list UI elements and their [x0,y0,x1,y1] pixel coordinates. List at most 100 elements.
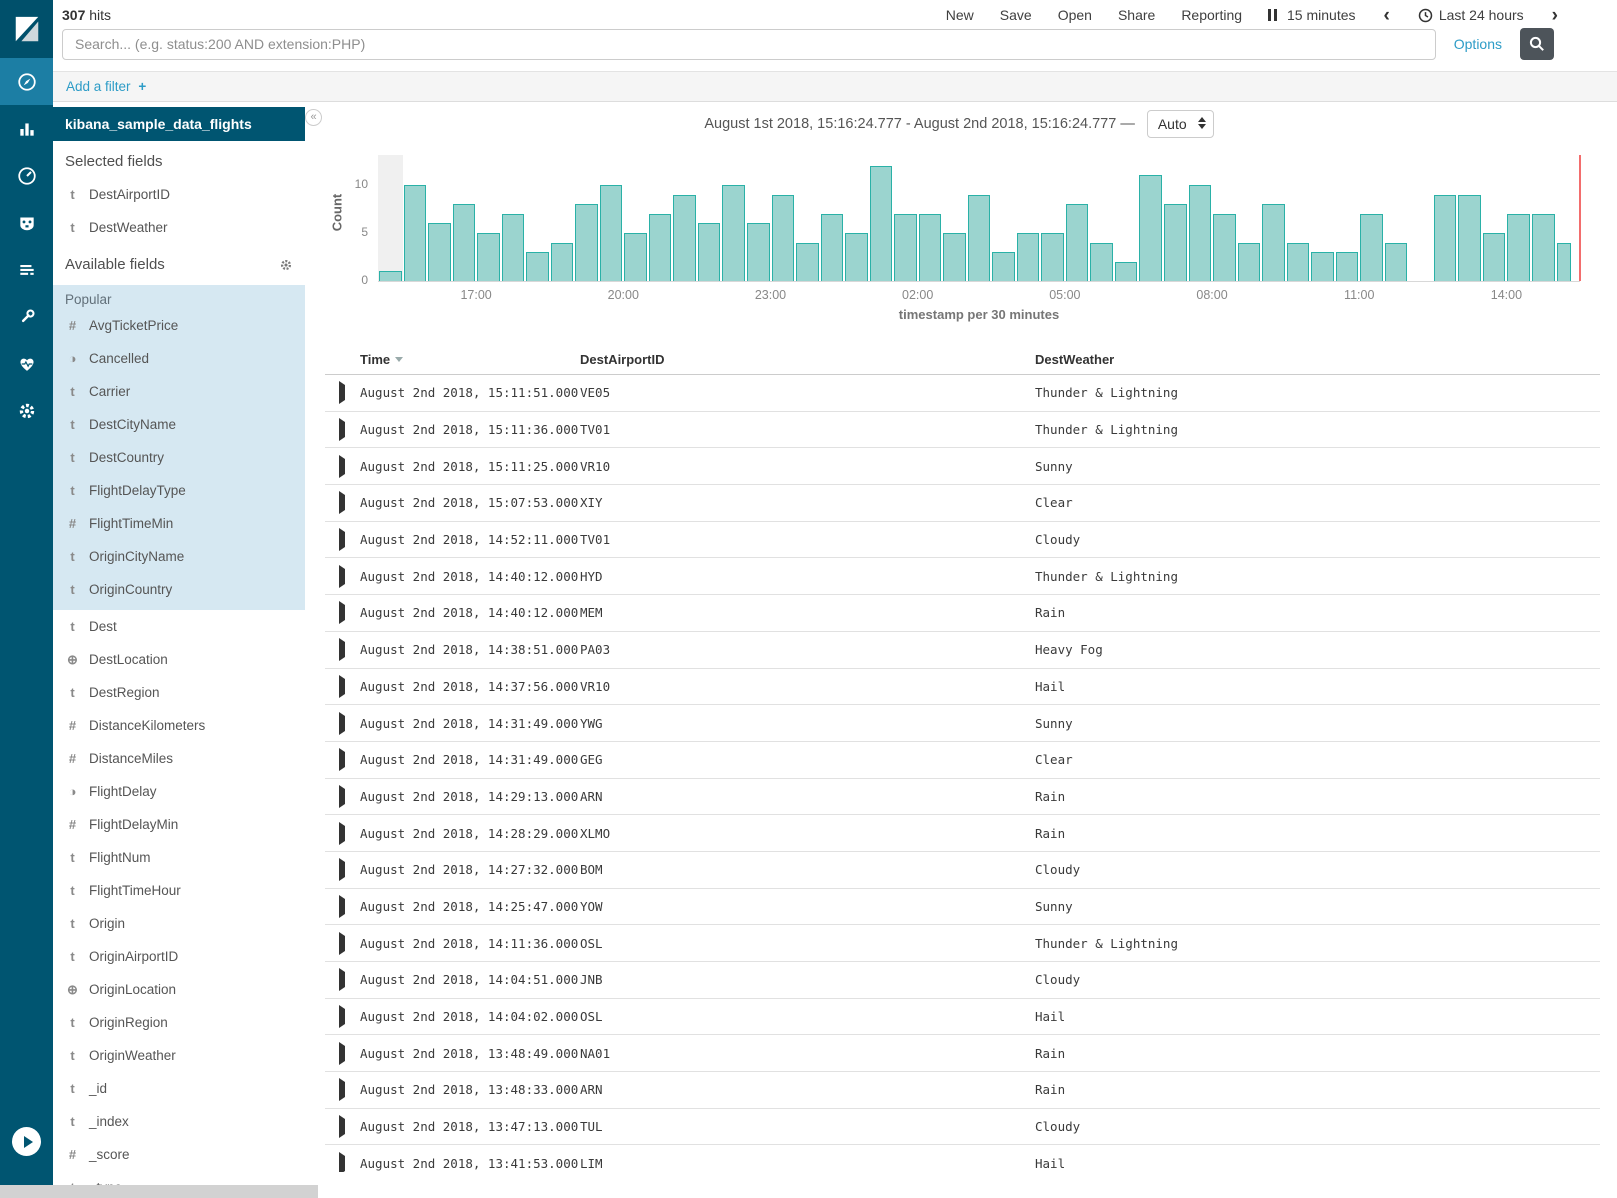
field-item-_index[interactable]: t_index [53,1105,305,1138]
histogram-bar[interactable] [1238,243,1261,281]
options-link[interactable]: Options [1454,36,1502,52]
histogram-bar[interactable] [1507,214,1530,281]
search-button[interactable] [1520,28,1554,60]
expand-row-icon[interactable] [339,785,345,808]
sidebar-item-dashboard[interactable] [0,152,53,199]
time-forward-button[interactable]: › [1550,6,1560,25]
histogram-bar[interactable] [649,214,672,281]
field-item-Carrier[interactable]: tCarrier [53,375,305,408]
histogram-bar[interactable] [821,214,844,281]
sidebar-item-visualize[interactable] [0,105,53,152]
histogram-bar[interactable] [1189,185,1212,281]
add-filter-button[interactable]: Add a filter + [66,79,146,94]
field-item-DistanceKilometers[interactable]: #DistanceKilometers [53,709,305,742]
sidebar-item-logging[interactable] [0,246,53,293]
histogram-bar[interactable] [502,214,525,281]
time-column-header[interactable]: Time [360,352,580,367]
expand-row-icon[interactable] [339,1152,345,1172]
histogram-bar[interactable] [894,214,917,281]
histogram-bar[interactable] [1287,243,1310,281]
interval-select[interactable]: Auto [1147,110,1214,138]
field-item-FlightNum[interactable]: tFlightNum [53,841,305,874]
histogram-bar[interactable] [477,233,500,281]
field-item-FlightDelayType[interactable]: tFlightDelayType [53,474,305,507]
field-item-DestRegion[interactable]: tDestRegion [53,676,305,709]
reporting-button[interactable]: Reporting [1181,7,1242,23]
histogram-bar[interactable] [1164,204,1187,281]
histogram-bar[interactable] [600,185,623,281]
field-item-Origin[interactable]: tOrigin [53,907,305,940]
sidebar-item-discover[interactable] [0,58,53,105]
field-item-DestWeather[interactable]: tDestWeather [53,211,305,244]
field-item-OriginRegion[interactable]: tOriginRegion [53,1006,305,1039]
share-button[interactable]: Share [1118,7,1155,23]
histogram-bar[interactable] [1139,175,1162,281]
index-pattern-selector[interactable]: kibana_sample_data_flights [53,107,305,141]
dest-airport-column-header[interactable]: DestAirportID [580,352,1035,367]
expand-row-icon[interactable] [339,895,345,918]
expand-row-icon[interactable] [339,712,345,735]
field-item-_id[interactable]: t_id [53,1072,305,1105]
histogram-bar[interactable] [1262,204,1285,281]
expand-row-icon[interactable] [339,858,345,881]
histogram-bar[interactable] [404,185,427,281]
expand-row-icon[interactable] [339,1005,345,1028]
histogram-bar[interactable] [1115,262,1138,281]
field-item-AvgTicketPrice[interactable]: #AvgTicketPrice [53,309,305,342]
expand-row-icon[interactable] [339,675,345,698]
field-item-DestCityName[interactable]: tDestCityName [53,408,305,441]
expand-row-icon[interactable] [339,1115,345,1138]
histogram-bar[interactable] [428,223,451,281]
dest-weather-column-header[interactable]: DestWeather [1035,352,1600,367]
histogram-bar[interactable] [453,204,476,281]
field-item-OriginCityName[interactable]: tOriginCityName [53,540,305,573]
histogram-bar[interactable] [1360,214,1383,281]
histogram-bar[interactable] [796,243,819,281]
field-item-OriginLocation[interactable]: ⊕OriginLocation [53,973,305,1006]
expand-row-icon[interactable] [339,455,345,478]
time-back-button[interactable]: ‹ [1382,6,1392,25]
field-item-OriginWeather[interactable]: tOriginWeather [53,1039,305,1072]
sidebar-item-monitoring[interactable] [0,340,53,387]
sidebar-item-dev-tools[interactable] [0,293,53,340]
expand-row-icon[interactable] [339,1078,345,1101]
sidebar-item-timelion[interactable] [0,199,53,246]
field-item-_score[interactable]: #_score [53,1138,305,1171]
histogram-bar[interactable] [698,223,721,281]
histogram-bar[interactable] [1385,243,1408,281]
sidebar-item-management[interactable] [0,387,53,434]
expand-row-icon[interactable] [339,932,345,955]
histogram-bar[interactable] [722,185,745,281]
field-item-OriginCountry[interactable]: tOriginCountry [53,573,305,606]
expand-row-icon[interactable] [339,601,345,624]
field-item-FlightTimeHour[interactable]: tFlightTimeHour [53,874,305,907]
field-item-DestLocation[interactable]: ⊕DestLocation [53,643,305,676]
sidebar-bottom-scroll-strip[interactable] [0,1185,318,1198]
expand-row-icon[interactable] [339,1042,345,1065]
expand-row-icon[interactable] [339,418,345,441]
histogram-bar[interactable] [1557,243,1571,281]
expand-row-icon[interactable] [339,565,345,588]
expand-row-icon[interactable] [339,748,345,771]
histogram-bar[interactable] [1336,252,1359,281]
histogram-bar[interactable] [919,214,942,281]
refresh-interval-button[interactable]: 15 minutes [1268,7,1355,23]
histogram-bar[interactable] [551,243,574,281]
time-range-button[interactable]: Last 24 hours [1418,7,1524,23]
histogram-bar[interactable] [1532,214,1555,281]
new-button[interactable]: New [946,7,974,23]
histogram-bar[interactable] [1041,233,1064,281]
field-item-Dest[interactable]: tDest [53,610,305,643]
histogram-bar[interactable] [968,195,991,281]
save-button[interactable]: Save [1000,7,1032,23]
histogram-bar[interactable] [673,195,696,281]
histogram-bar[interactable] [747,223,770,281]
histogram-bar[interactable] [624,233,647,281]
histogram-bar[interactable] [1017,233,1040,281]
field-item-DestCountry[interactable]: tDestCountry [53,441,305,474]
expand-row-icon[interactable] [339,638,345,661]
histogram-bar[interactable] [992,252,1015,281]
field-item-DestAirportID[interactable]: tDestAirportID [53,178,305,211]
expand-row-icon[interactable] [339,528,345,551]
field-item-FlightDelayMin[interactable]: #FlightDelayMin [53,808,305,841]
